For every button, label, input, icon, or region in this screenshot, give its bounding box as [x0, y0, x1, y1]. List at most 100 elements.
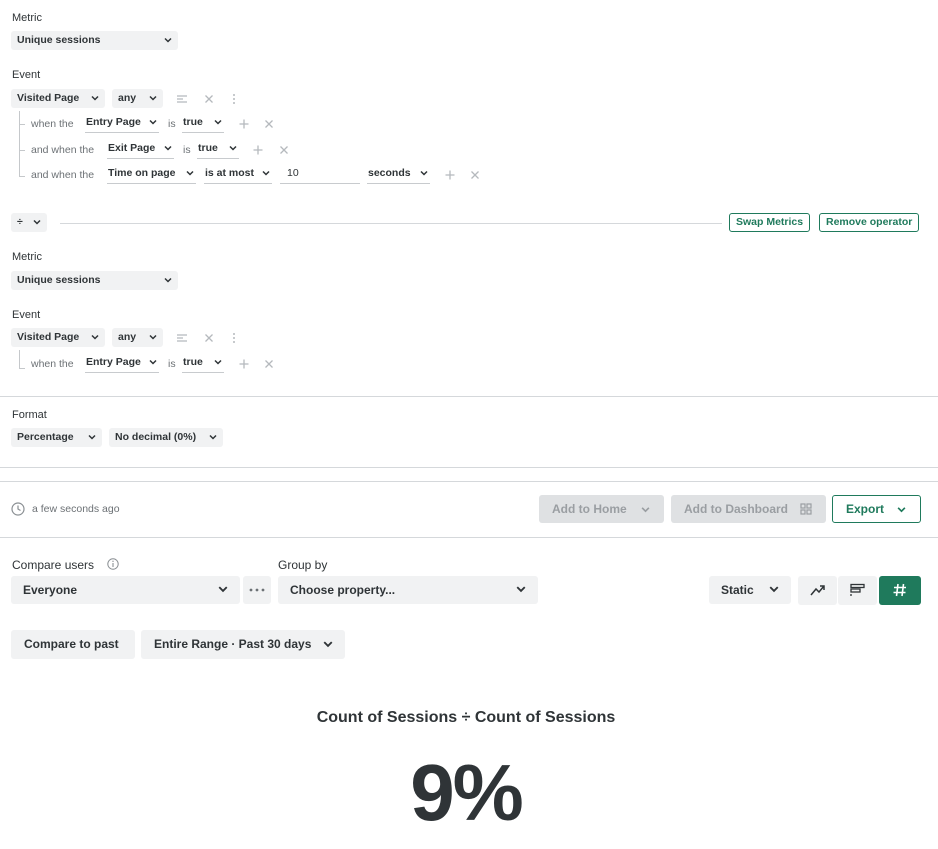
close-icon[interactable]	[203, 332, 215, 344]
condition-prefix: when the	[31, 358, 74, 370]
close-icon[interactable]	[469, 169, 481, 181]
chevron-down-icon	[186, 170, 194, 176]
chevron-down-icon	[149, 359, 157, 365]
event-qualifier-select[interactable]: any	[112, 89, 163, 108]
section-divider	[0, 467, 938, 468]
chevron-down-icon	[420, 170, 428, 176]
condition-value: true	[183, 356, 203, 368]
condition-tree-line	[19, 350, 20, 368]
format-type-select[interactable]: Percentage	[11, 428, 102, 447]
chevron-down-icon	[149, 95, 157, 101]
condition-operator-select[interactable]: is at most	[204, 165, 272, 184]
plus-icon[interactable]	[238, 358, 250, 370]
metric-select[interactable]: Unique sessions	[11, 31, 178, 50]
compare-users-select[interactable]: Everyone	[11, 576, 240, 604]
close-icon[interactable]	[278, 144, 290, 156]
close-icon[interactable]	[263, 118, 275, 130]
date-range-select[interactable]: Entire Range · Past 30 days	[141, 630, 345, 659]
result-value: 9%	[410, 748, 524, 837]
condition-tree-line	[19, 111, 20, 176]
event-select-value: Visited Page	[17, 331, 80, 343]
condition-number-value: 10	[287, 167, 299, 179]
condition-prefix: and when the	[31, 169, 95, 181]
condition-property-select[interactable]: Entry Page	[85, 114, 159, 133]
add-to-dashboard-button[interactable]: Add to Dashboard	[671, 495, 826, 523]
filter-lines-icon[interactable]	[176, 93, 188, 105]
chevron-down-icon	[164, 277, 172, 283]
chevron-down-icon	[229, 145, 237, 151]
metric-select-value: Unique sessions	[17, 34, 101, 46]
operator-symbol: ÷	[17, 216, 23, 228]
condition-unit-value: seconds	[368, 167, 411, 179]
number-display-button[interactable]	[879, 576, 921, 605]
condition-unit-select[interactable]: seconds	[367, 165, 430, 184]
filter-lines-icon[interactable]	[176, 332, 188, 344]
add-to-dashboard-label: Add to Dashboard	[684, 502, 788, 516]
last-updated-text: a few seconds ago	[32, 503, 120, 515]
condition-operator: is	[183, 144, 191, 156]
operator-divider	[60, 223, 722, 224]
chevron-down-icon	[164, 37, 172, 43]
section-divider	[0, 537, 938, 538]
more-vertical-icon[interactable]	[228, 332, 240, 344]
event-qualifier-value: any	[118, 92, 137, 104]
export-button[interactable]: Export	[832, 495, 921, 523]
close-icon[interactable]	[263, 358, 275, 370]
mode-value: Static	[721, 583, 754, 597]
condition-value-select[interactable]: true	[197, 140, 239, 159]
chevron-down-icon	[218, 586, 228, 593]
plus-icon[interactable]	[238, 118, 250, 130]
event-select-value: Visited Page	[17, 92, 80, 104]
metric-select-value: Unique sessions	[17, 274, 101, 286]
compare-to-past-button[interactable]: Compare to past	[11, 630, 135, 659]
plus-icon[interactable]	[444, 169, 456, 181]
format-decimals-select[interactable]: No decimal (0%)	[109, 428, 223, 447]
chevron-down-icon	[897, 507, 906, 513]
condition-operator: is	[168, 118, 176, 130]
info-icon[interactable]	[107, 558, 119, 570]
bar-chart-button[interactable]	[838, 576, 877, 605]
event-qualifier-select[interactable]: any	[112, 328, 163, 347]
event-select[interactable]: Visited Page	[11, 89, 105, 108]
format-type-value: Percentage	[17, 431, 74, 443]
mode-select[interactable]: Static	[709, 576, 791, 604]
line-chart-button[interactable]	[798, 576, 837, 605]
condition-value-select[interactable]: true	[182, 114, 224, 133]
remove-operator-button[interactable]: Remove operator	[819, 213, 920, 232]
event-label: Event	[12, 69, 41, 81]
format-label: Format	[12, 409, 47, 421]
more-options-button[interactable]	[243, 576, 271, 604]
horizontal-bars-icon	[850, 583, 865, 596]
condition-number-input[interactable]: 10	[280, 165, 360, 184]
condition-tree-branch	[19, 150, 25, 151]
condition-operator-value: is at most	[205, 167, 255, 179]
metric-select[interactable]: Unique sessions	[11, 271, 178, 290]
swap-metrics-button[interactable]: Swap Metrics	[729, 213, 811, 232]
clock-icon	[11, 502, 25, 516]
condition-operator: is	[168, 358, 176, 370]
operator-select[interactable]: ÷	[11, 213, 47, 232]
event-select[interactable]: Visited Page	[11, 328, 105, 347]
metric-label: Metric	[12, 12, 42, 24]
condition-prefix: and when the	[31, 144, 95, 156]
condition-value: true	[198, 142, 218, 154]
add-to-home-button[interactable]: Add to Home	[539, 495, 664, 523]
condition-property-value: Time on page	[108, 167, 176, 179]
close-icon[interactable]	[203, 93, 215, 105]
condition-property-select[interactable]: Time on page	[107, 165, 196, 184]
metric-label: Metric	[12, 251, 42, 263]
dashboard-grid-icon	[800, 503, 812, 515]
more-vertical-icon[interactable]	[228, 93, 240, 105]
condition-tree-branch	[19, 368, 25, 369]
chevron-down-icon	[641, 507, 650, 513]
section-divider	[0, 481, 938, 482]
condition-property-select[interactable]: Exit Page	[107, 140, 174, 159]
group-by-select[interactable]: Choose property...	[278, 576, 538, 604]
chevron-down-icon	[164, 145, 172, 151]
condition-property-select[interactable]: Entry Page	[85, 354, 159, 373]
condition-value-select[interactable]: true	[182, 354, 224, 373]
trend-line-icon	[810, 585, 825, 596]
export-label: Export	[846, 502, 885, 516]
plus-icon[interactable]	[252, 144, 264, 156]
more-horizontal-icon	[249, 588, 265, 592]
